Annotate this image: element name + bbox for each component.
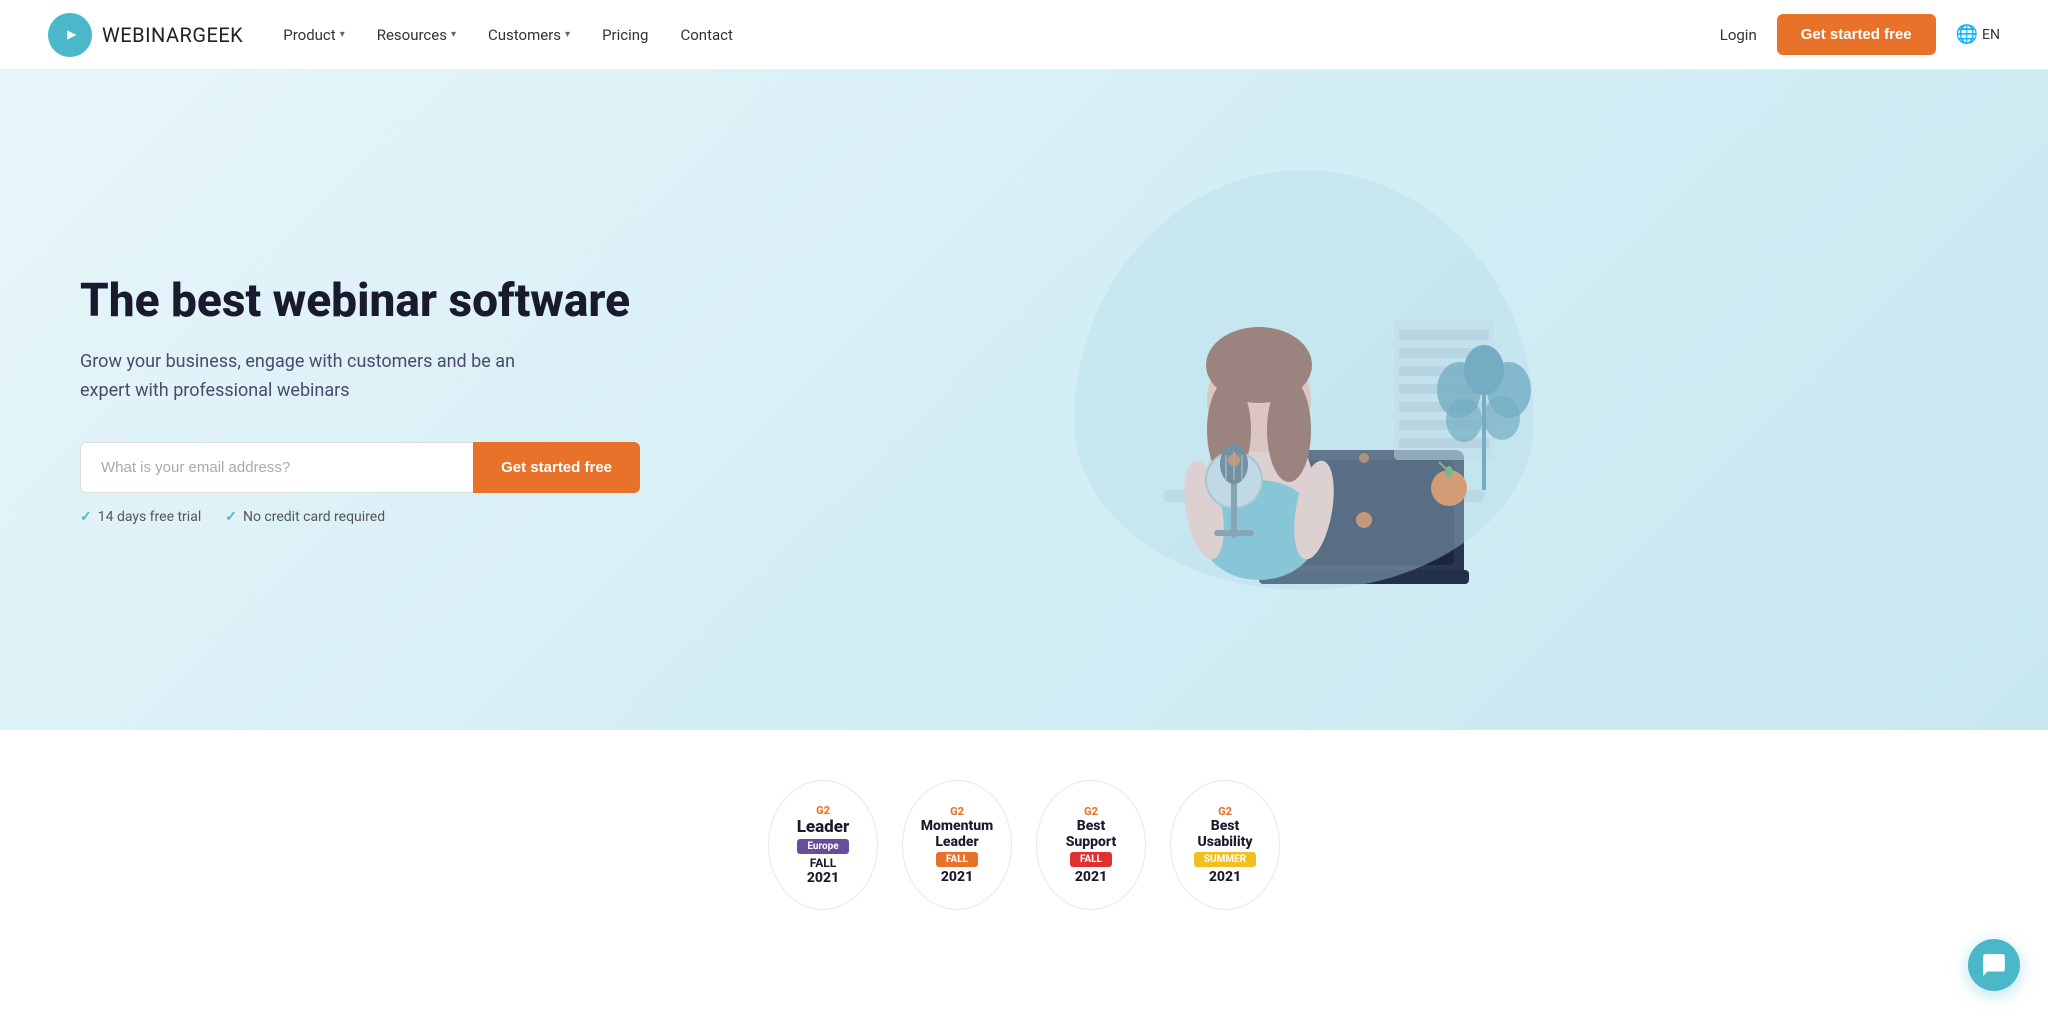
nav-pricing[interactable]: Pricing — [602, 26, 648, 44]
badge-num-1: 2021 — [807, 870, 839, 886]
navbar: WEBINARGEEK Product ▾ Resources ▾ Custom… — [0, 0, 2048, 70]
badge-best-usability: G2 Best Usability SUMMER 2021 — [1170, 780, 1280, 910]
badge-num-3: 2021 — [1075, 869, 1107, 885]
hero-content: The best webinar software Grow your busi… — [80, 275, 640, 524]
chevron-down-icon: ▾ — [565, 29, 570, 40]
badge-sub-2: FALL — [936, 852, 978, 867]
get-started-nav-button[interactable]: Get started free — [1777, 14, 1936, 55]
badge-sub-1: Europe — [797, 839, 848, 854]
badge-leader-europe: G2 Leader Europe FALL 2021 — [768, 780, 878, 910]
logo[interactable]: WEBINARGEEK — [48, 13, 243, 57]
badge-sub-3: FALL — [1070, 852, 1112, 867]
badge-num-2: 2021 — [941, 869, 973, 885]
badge-main-4a: Best — [1211, 818, 1240, 834]
nav-links: Product ▾ Resources ▾ Customers ▾ Pricin… — [283, 26, 733, 44]
badge-main-2b: Leader — [935, 834, 978, 850]
no-credit-check: ✓ No credit card required — [225, 509, 385, 525]
chevron-down-icon: ▾ — [340, 29, 345, 40]
badge-main-2a: Momentum — [921, 818, 993, 834]
logo-text: WEBINARGEEK — [102, 23, 243, 47]
globe-icon: 🌐 — [1956, 24, 1978, 45]
logo-icon — [48, 13, 92, 57]
hero-section: The best webinar software Grow your busi… — [0, 70, 2048, 730]
badges-section: G2 Leader Europe FALL 2021 G2 Momentum L… — [0, 730, 2048, 940]
g2-label-2: G2 — [950, 805, 964, 818]
g2-label-4: G2 — [1218, 805, 1232, 818]
badge-main-4b: Usability — [1197, 834, 1252, 850]
badge-momentum: G2 Momentum Leader FALL 2021 — [902, 780, 1012, 910]
nav-product[interactable]: Product ▾ — [283, 26, 344, 44]
login-link[interactable]: Login — [1720, 26, 1757, 44]
hero-illustration — [640, 160, 1968, 640]
navbar-left: WEBINARGEEK Product ▾ Resources ▾ Custom… — [48, 13, 733, 57]
hero-checks: ✓ 14 days free trial ✓ No credit card re… — [80, 509, 640, 525]
navbar-right: Login Get started free 🌐 EN — [1720, 14, 2000, 55]
nav-resources[interactable]: Resources ▾ — [377, 26, 456, 44]
badge-year-1: FALL — [810, 856, 837, 870]
checkmark-icon: ✓ — [80, 509, 92, 525]
badge-best-support: G2 Best Support FALL 2021 — [1036, 780, 1146, 910]
email-input[interactable] — [80, 442, 473, 493]
hero-title: The best webinar software — [80, 275, 640, 328]
hero-form: Get started free — [80, 442, 640, 493]
chat-bubble-button[interactable] — [1968, 939, 2020, 991]
badge-sub-4: SUMMER — [1194, 852, 1256, 867]
badge-main-3a: Best — [1077, 818, 1106, 834]
checkmark-icon: ✓ — [225, 509, 237, 525]
chevron-down-icon: ▾ — [451, 29, 456, 40]
badge-main-1: Leader — [797, 817, 850, 837]
g2-label-3: G2 — [1084, 805, 1098, 818]
nav-customers[interactable]: Customers ▾ — [488, 26, 570, 44]
get-started-hero-button[interactable]: Get started free — [473, 442, 640, 493]
nav-contact[interactable]: Contact — [680, 26, 732, 44]
g2-label-1: G2 — [816, 804, 830, 817]
chat-icon — [1981, 952, 2007, 978]
badge-num-4: 2021 — [1209, 869, 1241, 885]
badge-main-3b: Support — [1066, 834, 1117, 850]
trial-check: ✓ 14 days free trial — [80, 509, 201, 525]
language-selector[interactable]: 🌐 EN — [1956, 24, 2000, 45]
hero-subtitle: Grow your business, engage with customer… — [80, 348, 560, 406]
